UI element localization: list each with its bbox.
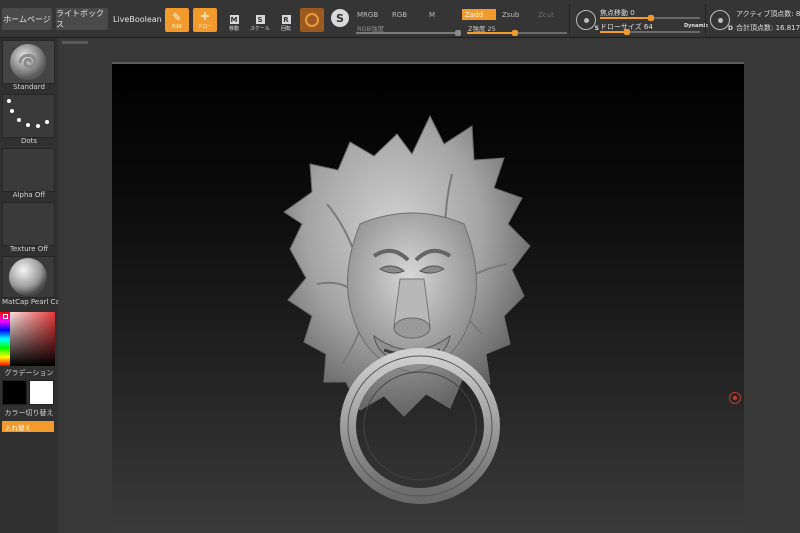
toolbar-divider (705, 4, 706, 34)
stroke-picker[interactable] (2, 94, 55, 138)
brush-label: Standard (13, 83, 45, 91)
alpha-label: Alpha Off (12, 191, 46, 199)
move-button[interactable]: M 移動 (224, 10, 244, 32)
document-tab[interactable] (62, 41, 88, 44)
zsub-toggle[interactable]: Zsub (499, 9, 522, 20)
toolbar-divider (569, 4, 570, 34)
home-button[interactable]: ホームページ (2, 8, 52, 30)
draw-button[interactable]: ✛ ドロー (193, 8, 217, 32)
lion-door-knocker-model (283, 114, 531, 504)
perspective-marker-icon[interactable] (729, 392, 741, 404)
lightbox-button[interactable]: ライトボックス (56, 8, 108, 30)
alpha-picker[interactable] (2, 148, 55, 192)
scale-icon: S (255, 15, 265, 24)
rotate-icon: R (281, 15, 291, 24)
m-toggle[interactable]: M (426, 9, 438, 20)
focal-shift-s-icon[interactable]: S (576, 10, 599, 32)
z-intensity-slider[interactable] (467, 30, 567, 36)
standard-brush-icon (10, 44, 46, 80)
mrgb-toggle[interactable]: MRGB (354, 9, 381, 20)
texture-label: Texture Off (9, 245, 49, 253)
matcap-sphere-icon (9, 258, 47, 296)
swap-colors-button[interactable]: 入れ替え (2, 421, 54, 432)
focal-shift-value: 0 (630, 9, 635, 17)
stroke-label: Dots (20, 137, 38, 145)
left-shelf: Standard Dots Alpha Off Texture Off MatC… (0, 38, 58, 533)
primary-color-swatch[interactable] (2, 380, 27, 405)
draw-size-value: 64 (643, 23, 653, 31)
active-points-label: アクティブ頂点数: 8( (736, 10, 800, 18)
brush-picker[interactable] (2, 40, 55, 84)
draw-size-d-icon[interactable]: D (710, 10, 733, 32)
draw-size-slider[interactable] (600, 29, 700, 35)
focal-shift-slider[interactable] (600, 15, 700, 21)
s-swirl-icon[interactable]: S (331, 9, 349, 27)
rgb-toggle[interactable]: RGB (389, 9, 410, 20)
scale-button[interactable]: S スケール (250, 10, 270, 32)
hue-strip[interactable] (0, 312, 10, 366)
canvas-area (58, 38, 800, 533)
dots-stroke-icon (7, 99, 49, 128)
total-points-label: 合計頂点数: 16.817 M (736, 24, 800, 32)
edit-button[interactable]: ✎ Edit (165, 8, 189, 32)
color-picker-handle[interactable] (3, 314, 8, 319)
rgb-intensity-slider[interactable] (356, 30, 461, 36)
draw-icon: ✛ (200, 10, 210, 23)
gradient-label: グラデーション (4, 369, 54, 377)
texture-picker[interactable] (2, 202, 55, 246)
viewport[interactable] (112, 62, 744, 533)
secondary-color-swatch[interactable] (29, 380, 54, 405)
move-icon: M (229, 15, 239, 24)
edit-icon: ✎ (172, 11, 182, 24)
circle-icon (305, 13, 319, 27)
material-picker[interactable] (2, 256, 55, 298)
liveboolean-button[interactable]: LiveBoolean (113, 8, 162, 30)
zadd-toggle[interactable]: Zadd (462, 9, 496, 20)
zcut-toggle[interactable]: Zcut (535, 9, 557, 20)
material-circle-button[interactable] (300, 8, 324, 32)
color-switch-label: カラー切り替え (4, 409, 54, 417)
top-toolbar: ホームページ ライトボックス LiveBoolean ✎ Edit ✛ ドロー … (0, 0, 800, 38)
material-label: MatCap Pearl Ca (2, 298, 58, 306)
rotate-button[interactable]: R 回転 (276, 10, 296, 32)
